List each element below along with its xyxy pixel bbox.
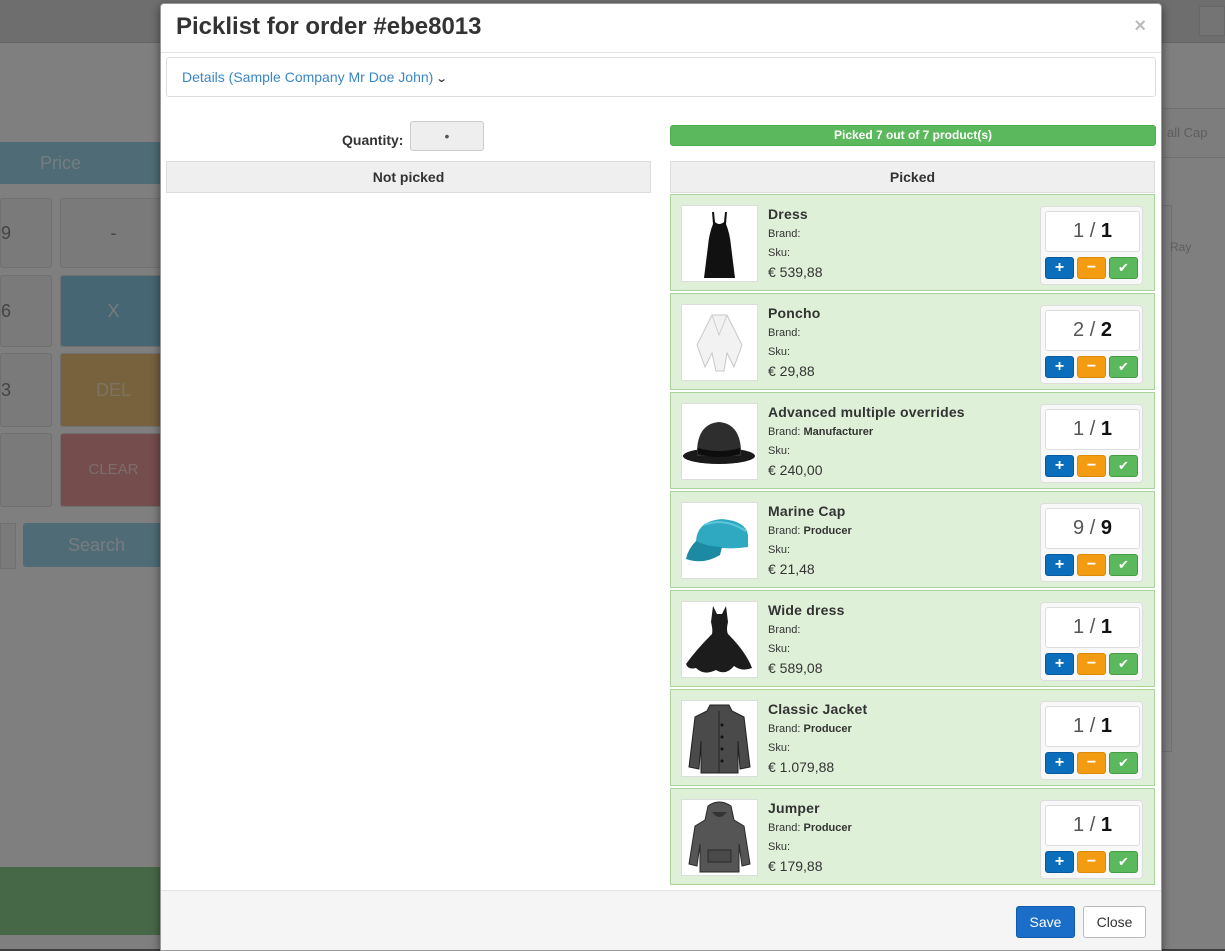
quantity-input[interactable]: • (410, 121, 484, 151)
item-price: € 589,08 (768, 660, 823, 676)
check-button[interactable]: ✔ (1109, 455, 1138, 477)
pick-count-display: 1 / 1 (1045, 706, 1140, 747)
pick-counter: 9 / 9 + − ✔ (1040, 503, 1143, 582)
modal-footer: Save Close (161, 890, 1161, 950)
wide-dress-image (681, 601, 758, 678)
quantity-label: Quantity: (342, 132, 404, 148)
close-button[interactable]: Close (1083, 906, 1146, 938)
pick-count-display: 1 / 1 (1045, 409, 1140, 450)
item-sku: Sku: (768, 544, 791, 556)
item-name: Dress (768, 206, 808, 222)
save-button[interactable]: Save (1016, 906, 1075, 938)
pick-counter: 2 / 2 + − ✔ (1040, 305, 1143, 384)
item-sku: Sku: (768, 643, 791, 655)
check-button[interactable]: ✔ (1109, 851, 1138, 873)
item-name: Marine Cap (768, 503, 846, 519)
item-name: Jumper (768, 800, 820, 816)
check-button[interactable]: ✔ (1109, 257, 1138, 279)
hoodie-image (681, 799, 758, 876)
plus-button[interactable]: + (1045, 455, 1074, 477)
pick-counter: 1 / 1 + − ✔ (1040, 404, 1143, 483)
item-price: € 539,88 (768, 264, 823, 280)
item-sku: Sku: (768, 247, 791, 259)
pick-counter: 1 / 1 + − ✔ (1040, 602, 1143, 681)
item-name: Poncho (768, 305, 821, 321)
picklist-modal: Picklist for order #ebe8013 × Details (S… (160, 3, 1162, 951)
minus-button[interactable]: − (1077, 455, 1106, 477)
item-sku: Sku: (768, 841, 791, 853)
minus-button[interactable]: − (1077, 554, 1106, 576)
picked-item: Marine Cap Brand: Producer Sku: € 21,48 … (670, 491, 1155, 588)
plus-button[interactable]: + (1045, 554, 1074, 576)
minus-button[interactable]: − (1077, 257, 1106, 279)
plus-button[interactable]: + (1045, 752, 1074, 774)
item-price: € 21,48 (768, 561, 815, 577)
not-picked-header: Not picked (166, 161, 651, 193)
cap-image (681, 502, 758, 579)
item-name: Classic Jacket (768, 701, 868, 717)
dress-image (681, 205, 758, 282)
pick-count-display: 2 / 2 (1045, 310, 1140, 351)
item-brand: Brand: Producer (768, 723, 852, 735)
item-name: Wide dress (768, 602, 845, 618)
item-brand: Brand: Manufacturer (768, 426, 874, 438)
picked-item: Dress Brand: Sku: € 539,88 1 / 1 + − ✔ (670, 194, 1155, 291)
picked-item: Classic Jacket Brand: Producer Sku: € 1.… (670, 689, 1155, 786)
pick-counter: 1 / 1 + − ✔ (1040, 800, 1143, 879)
picked-items-list: Dress Brand: Sku: € 539,88 1 / 1 + − ✔ P… (670, 194, 1155, 887)
picked-item: Advanced multiple overrides Brand: Manuf… (670, 392, 1155, 489)
minus-button[interactable]: − (1077, 356, 1106, 378)
plus-button[interactable]: + (1045, 653, 1074, 675)
pick-count-display: 9 / 9 (1045, 508, 1140, 549)
plus-button[interactable]: + (1045, 851, 1074, 873)
pick-counter: 1 / 1 + − ✔ (1040, 701, 1143, 780)
check-button[interactable]: ✔ (1109, 653, 1138, 675)
item-price: € 179,88 (768, 858, 823, 874)
pick-counter: 1 / 1 + − ✔ (1040, 206, 1143, 285)
item-brand: Brand: (768, 624, 801, 636)
picked-item: Wide dress Brand: Sku: € 589,08 1 / 1 + … (670, 590, 1155, 687)
pick-count-display: 1 / 1 (1045, 211, 1140, 252)
item-price: € 29,88 (768, 363, 815, 379)
check-button[interactable]: ✔ (1109, 752, 1138, 774)
jacket-image (681, 700, 758, 777)
poncho-image (681, 304, 758, 381)
plus-button[interactable]: + (1045, 257, 1074, 279)
pick-count-display: 1 / 1 (1045, 607, 1140, 648)
check-button[interactable]: ✔ (1109, 554, 1138, 576)
item-brand: Brand: Producer (768, 525, 852, 537)
picked-item: Poncho Brand: Sku: € 29,88 2 / 2 + − ✔ (670, 293, 1155, 390)
close-icon[interactable]: × (1134, 15, 1146, 38)
picked-header: Picked (670, 161, 1155, 193)
pick-count-display: 1 / 1 (1045, 805, 1140, 846)
details-panel: Details (Sample Company Mr Doe John) ⌄ (166, 57, 1156, 97)
item-name: Advanced multiple overrides (768, 404, 965, 420)
minus-button[interactable]: − (1077, 752, 1106, 774)
minus-button[interactable]: − (1077, 851, 1106, 873)
minus-button[interactable]: − (1077, 653, 1106, 675)
modal-title: Picklist for order #ebe8013 (176, 13, 482, 40)
bowler-hat-image (681, 403, 758, 480)
item-sku: Sku: (768, 742, 791, 754)
details-toggle-link[interactable]: Details (Sample Company Mr Doe John) ⌄ (182, 69, 448, 85)
picked-progress-bar: Picked 7 out of 7 product(s) (670, 125, 1156, 146)
details-link-label: Details (Sample Company Mr Doe John) (182, 69, 434, 85)
modal-header: Picklist for order #ebe8013 × (161, 4, 1161, 53)
item-brand: Brand: (768, 327, 801, 339)
picked-item: Jumper Brand: Producer Sku: € 179,88 1 /… (670, 788, 1155, 885)
item-sku: Sku: (768, 445, 791, 457)
item-brand: Brand: Producer (768, 822, 852, 834)
item-sku: Sku: (768, 346, 791, 358)
item-price: € 1.079,88 (768, 759, 835, 775)
chevron-down-icon: ⌄ (435, 73, 448, 85)
check-button[interactable]: ✔ (1109, 356, 1138, 378)
item-brand: Brand: (768, 228, 801, 240)
plus-button[interactable]: + (1045, 356, 1074, 378)
item-price: € 240,00 (768, 462, 823, 478)
